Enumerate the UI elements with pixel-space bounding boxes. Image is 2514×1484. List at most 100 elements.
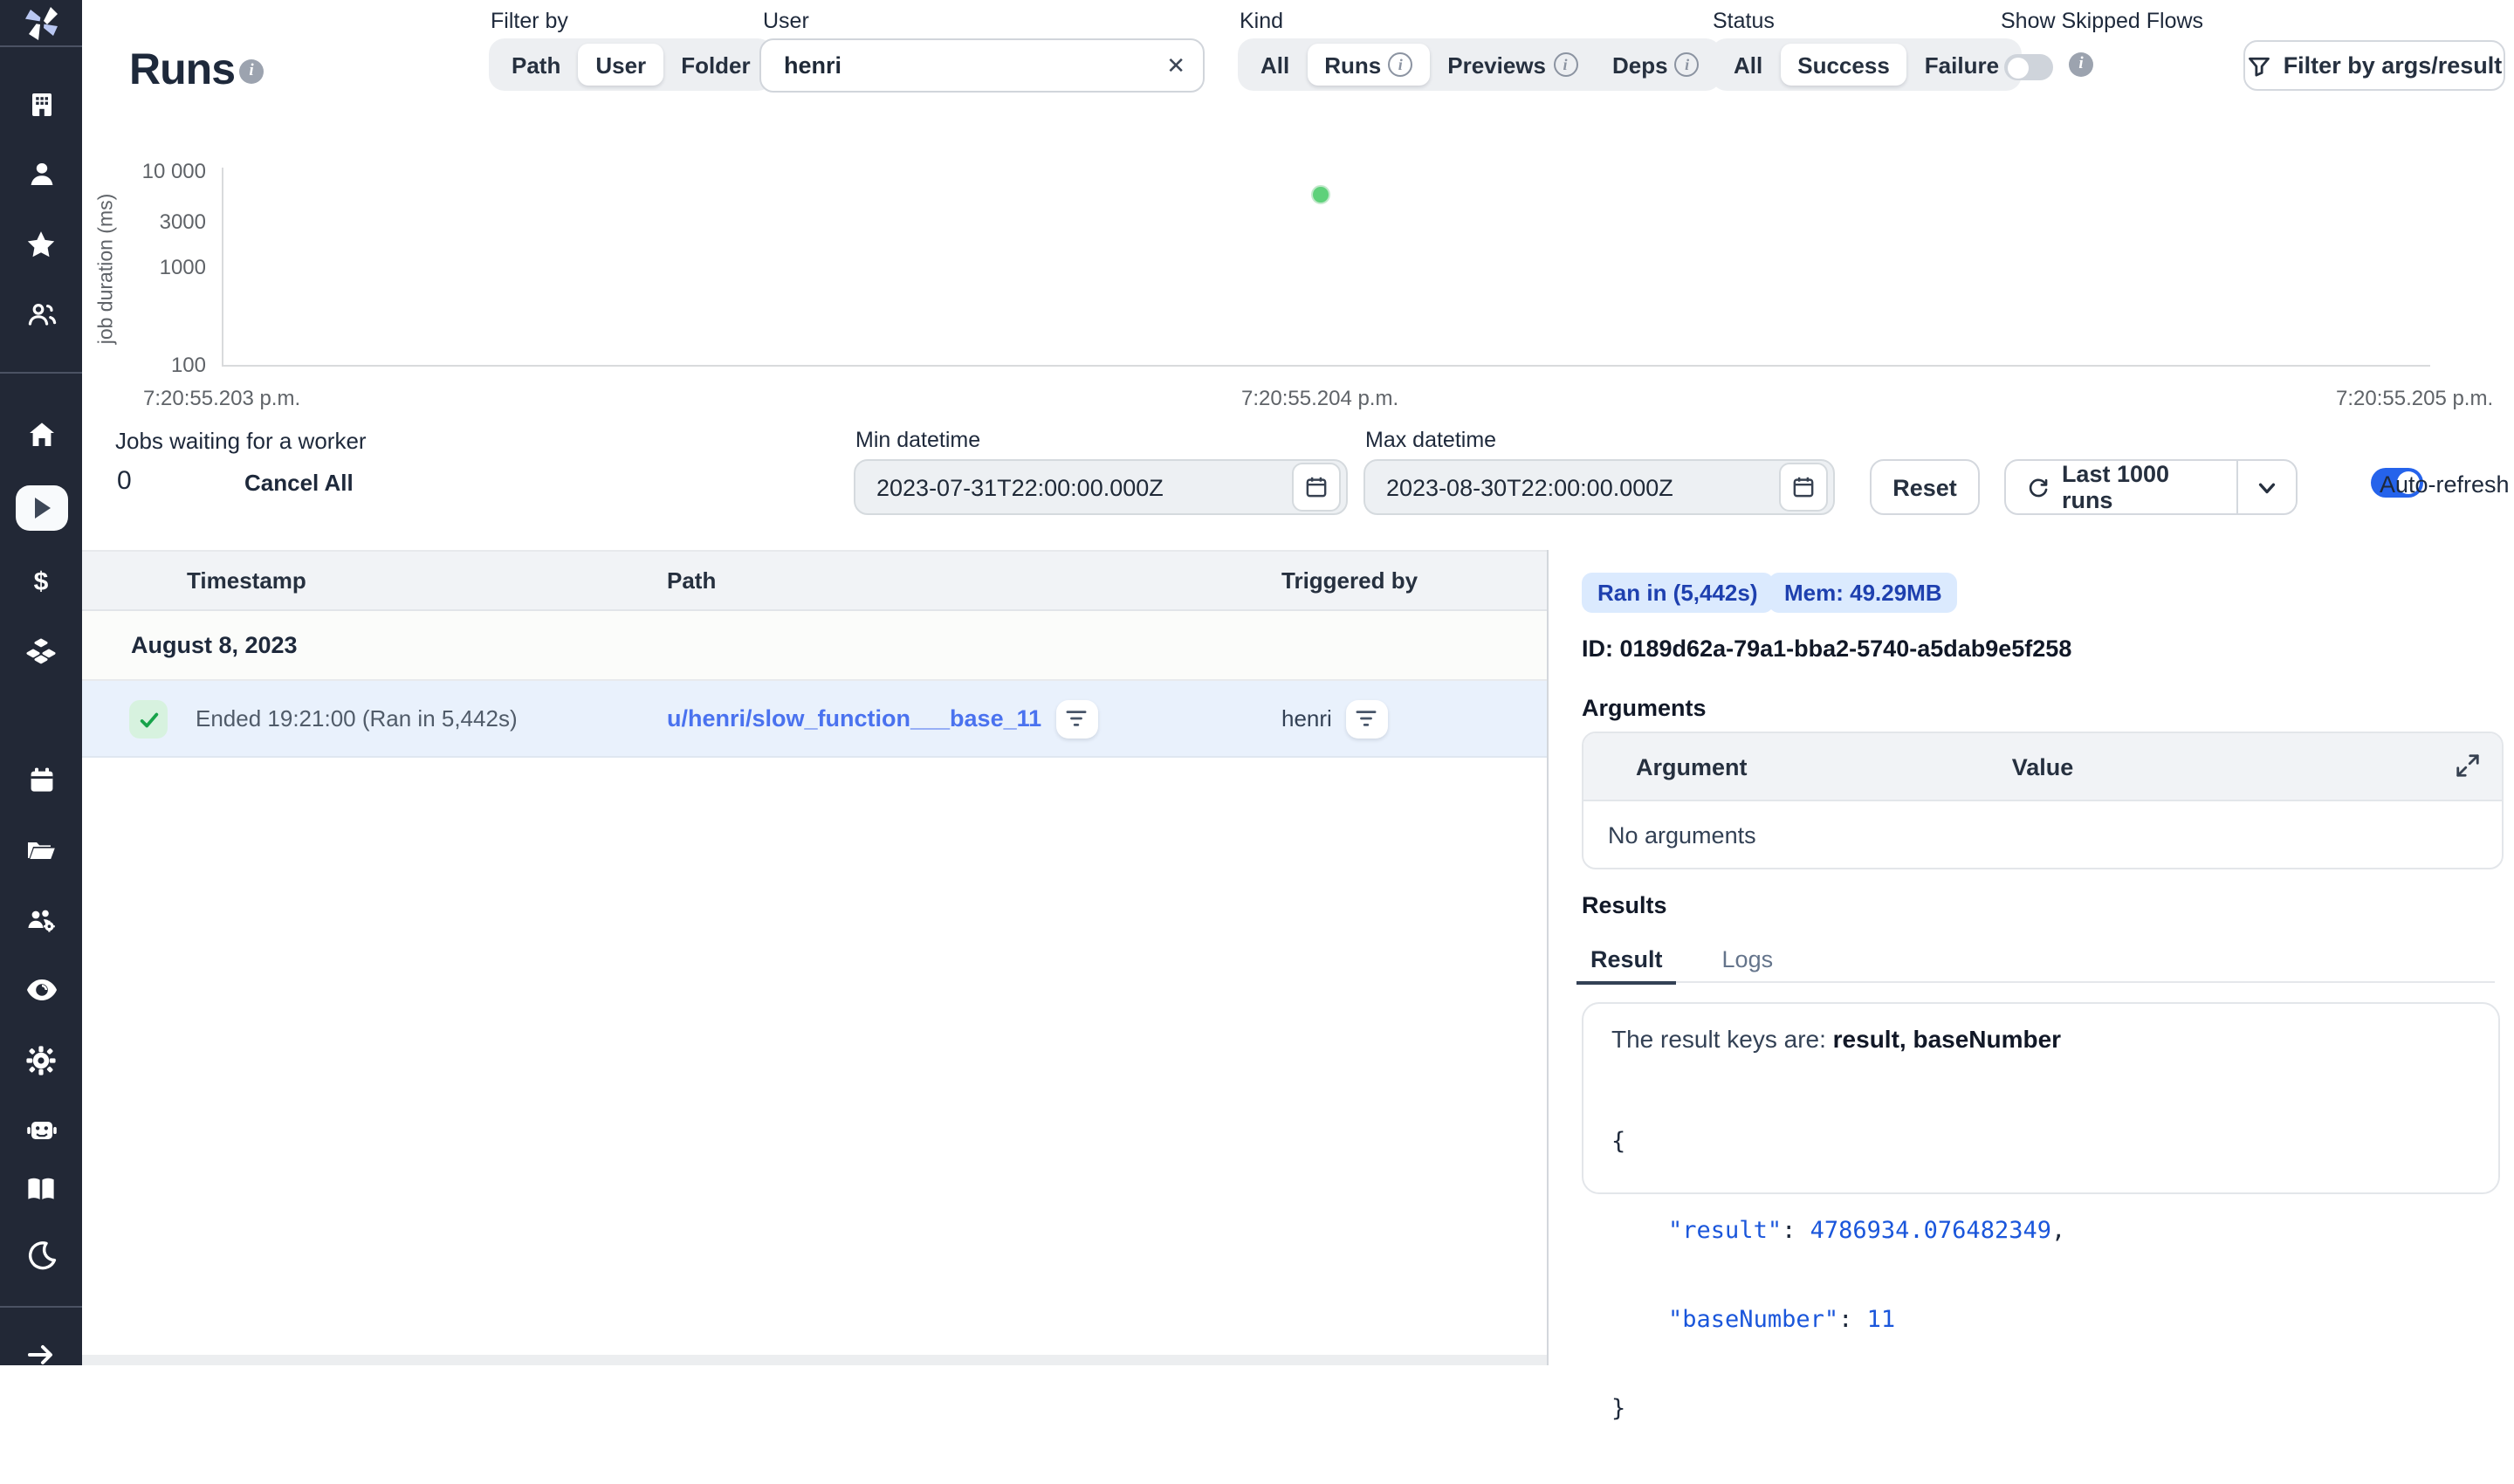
tab-result[interactable]: Result [1576, 936, 1677, 981]
filter-by-label: Filter by [491, 9, 568, 33]
expand-icon [2455, 752, 2481, 779]
sidebar-item-folders[interactable] [0, 821, 82, 880]
filter-lines-icon [1356, 709, 1378, 728]
sidebar-item-workers[interactable] [0, 890, 82, 950]
filter-args-button[interactable]: Filter by args/result [2243, 40, 2505, 91]
expand-arguments-button[interactable] [2455, 752, 2481, 787]
kind-all[interactable]: All [1243, 44, 1307, 86]
chart-data-point[interactable] [1311, 185, 1330, 204]
json-key-basenumber: "baseNumber" [1668, 1306, 1838, 1334]
min-datetime-label: Min datetime [855, 428, 980, 452]
workers-icon [24, 904, 58, 936]
table-bottom-scrollbar[interactable] [82, 1355, 1547, 1365]
runs-table-header: Timestamp Path Triggered by [82, 550, 1547, 611]
kind-deps[interactable]: Depsi [1595, 44, 1717, 86]
xtick-left: 7:20:55.203 p.m. [143, 386, 300, 410]
run-timestamp: Ended 19:21:00 (Ran in 5,442s) [196, 681, 518, 756]
groups-icon [24, 299, 58, 330]
app-window: $ [0, 0, 2514, 1365]
results-tabs: Result Logs [1576, 936, 2495, 983]
run-row[interactable]: Ended 19:21:00 (Ran in 5,442s) u/henri/s… [82, 681, 1547, 758]
sidebar-item-ai[interactable] [0, 1100, 82, 1159]
success-status-badge [129, 700, 168, 739]
runs-active-pill [15, 485, 67, 531]
kind-segmented: All Runsi Previewsi Depsi [1238, 38, 1722, 91]
kind-runs-info-icon[interactable]: i [1388, 52, 1412, 77]
json-value-result: 4786934.076482349 [1810, 1217, 2051, 1245]
filter-by-path[interactable]: Path [494, 44, 578, 86]
run-detail-panel: Ran in (5,442s) Mem: 49.29MB ID: 0189d62… [1547, 550, 2514, 1365]
kind-label: Kind [1240, 9, 1283, 33]
sidebar-item-home[interactable] [0, 405, 82, 464]
ytick-100: 100 [122, 353, 206, 377]
filter-by-path-chip[interactable] [1055, 699, 1097, 738]
sidebar-item-runs[interactable] [0, 478, 82, 538]
result-json: { "result": 4786934.076482349, "baseNumb… [1611, 1068, 2470, 1484]
refresh-runs-button[interactable]: Last 1000 runs [2006, 461, 2236, 513]
filter-by-folder[interactable]: Folder [663, 44, 767, 86]
xtick-mid: 7:20:55.204 p.m. [1241, 386, 1398, 410]
sidebar-item-pricing[interactable]: $ [0, 552, 82, 611]
max-datetime-input[interactable]: 2023-08-30T22:00:00.000Z [1363, 459, 1835, 515]
user-search-input[interactable]: henri ✕ [759, 38, 1205, 93]
min-datetime-input[interactable]: 2023-07-31T22:00:00.000Z [854, 459, 1348, 515]
filter-by-segmented: Path User Folder [489, 38, 773, 91]
status-failure[interactable]: Failure [1907, 44, 2016, 86]
kind-deps-info-icon[interactable]: i [1675, 52, 1700, 77]
result-box: The result keys are: result, baseNumber … [1582, 1002, 2500, 1194]
kind-previews-info-icon[interactable]: i [1553, 52, 1577, 77]
sidebar-item-workspace[interactable] [0, 75, 82, 134]
page-title: Runs [129, 45, 235, 96]
col-path[interactable]: Path [667, 552, 716, 609]
calendar-icon [1304, 475, 1329, 499]
status-success[interactable]: Success [1780, 44, 1907, 86]
sidebar-item-user[interactable] [0, 145, 82, 204]
sidebar-item-settings[interactable] [0, 1030, 82, 1089]
ran-in-badge: Ran in (5,442s) [1582, 573, 1774, 613]
ytick-3000: 3000 [122, 210, 206, 234]
xtick-right: 7:20:55.205 p.m. [2336, 386, 2493, 410]
sidebar-item-schedules[interactable] [0, 751, 82, 810]
sidebar-item-dark-mode[interactable] [0, 1226, 82, 1285]
folder-icon [24, 835, 58, 866]
results-title: Results [1582, 892, 1667, 918]
calendar-icon [1791, 475, 1816, 499]
memory-badge: Mem: 49.29MB [1769, 573, 1958, 613]
kind-previews[interactable]: Previewsi [1430, 44, 1595, 86]
tab-logs[interactable]: Logs [1708, 936, 1788, 981]
run-path-link[interactable]: u/henri/slow_function___base_11 [667, 705, 1041, 732]
runs-count-dropdown[interactable] [2237, 461, 2296, 513]
status-label: Status [1713, 9, 1775, 33]
kind-runs[interactable]: Runsi [1307, 44, 1430, 86]
jobs-waiting-count: 0 [117, 466, 132, 496]
sidebar-logo[interactable] [0, 0, 82, 47]
sidebar-item-resources[interactable] [0, 622, 82, 681]
filter-by-user[interactable]: User [578, 44, 663, 86]
cancel-all-button[interactable]: Cancel All [244, 470, 354, 496]
show-skipped-label: Show Skipped Flows [2001, 9, 2203, 33]
run-triggered-by: henri [1281, 705, 1332, 732]
sidebar-item-docs[interactable] [0, 1159, 82, 1219]
sidebar-item-favorites[interactable] [0, 215, 82, 274]
sidebar-item-audit[interactable] [0, 960, 82, 1020]
show-skipped-toggle[interactable] [2004, 54, 2053, 80]
filter-lines-icon [1065, 709, 1088, 728]
gear-icon [24, 1043, 58, 1076]
min-datetime-calendar-button[interactable] [1292, 463, 1341, 512]
eye-icon [24, 976, 58, 1004]
col-timestamp[interactable]: Timestamp [187, 552, 306, 609]
show-skipped-info-icon[interactable]: i [2069, 52, 2093, 77]
clear-user-icon[interactable]: ✕ [1166, 52, 1185, 79]
max-datetime-label: Max datetime [1365, 428, 1496, 452]
check-icon [137, 708, 160, 731]
sidebar-item-groups[interactable] [0, 285, 82, 344]
sidebar-collapse-button[interactable] [0, 1325, 82, 1384]
runs-icon [35, 498, 51, 519]
filter-by-user-chip[interactable] [1346, 699, 1388, 738]
min-datetime-value: 2023-07-31T22:00:00.000Z [876, 474, 1292, 500]
max-datetime-calendar-button[interactable] [1779, 463, 1828, 512]
reset-button[interactable]: Reset [1870, 459, 1980, 515]
col-triggered-by[interactable]: Triggered by [1281, 552, 1418, 609]
status-all[interactable]: All [1716, 44, 1780, 86]
runs-info-icon[interactable]: i [239, 59, 264, 84]
